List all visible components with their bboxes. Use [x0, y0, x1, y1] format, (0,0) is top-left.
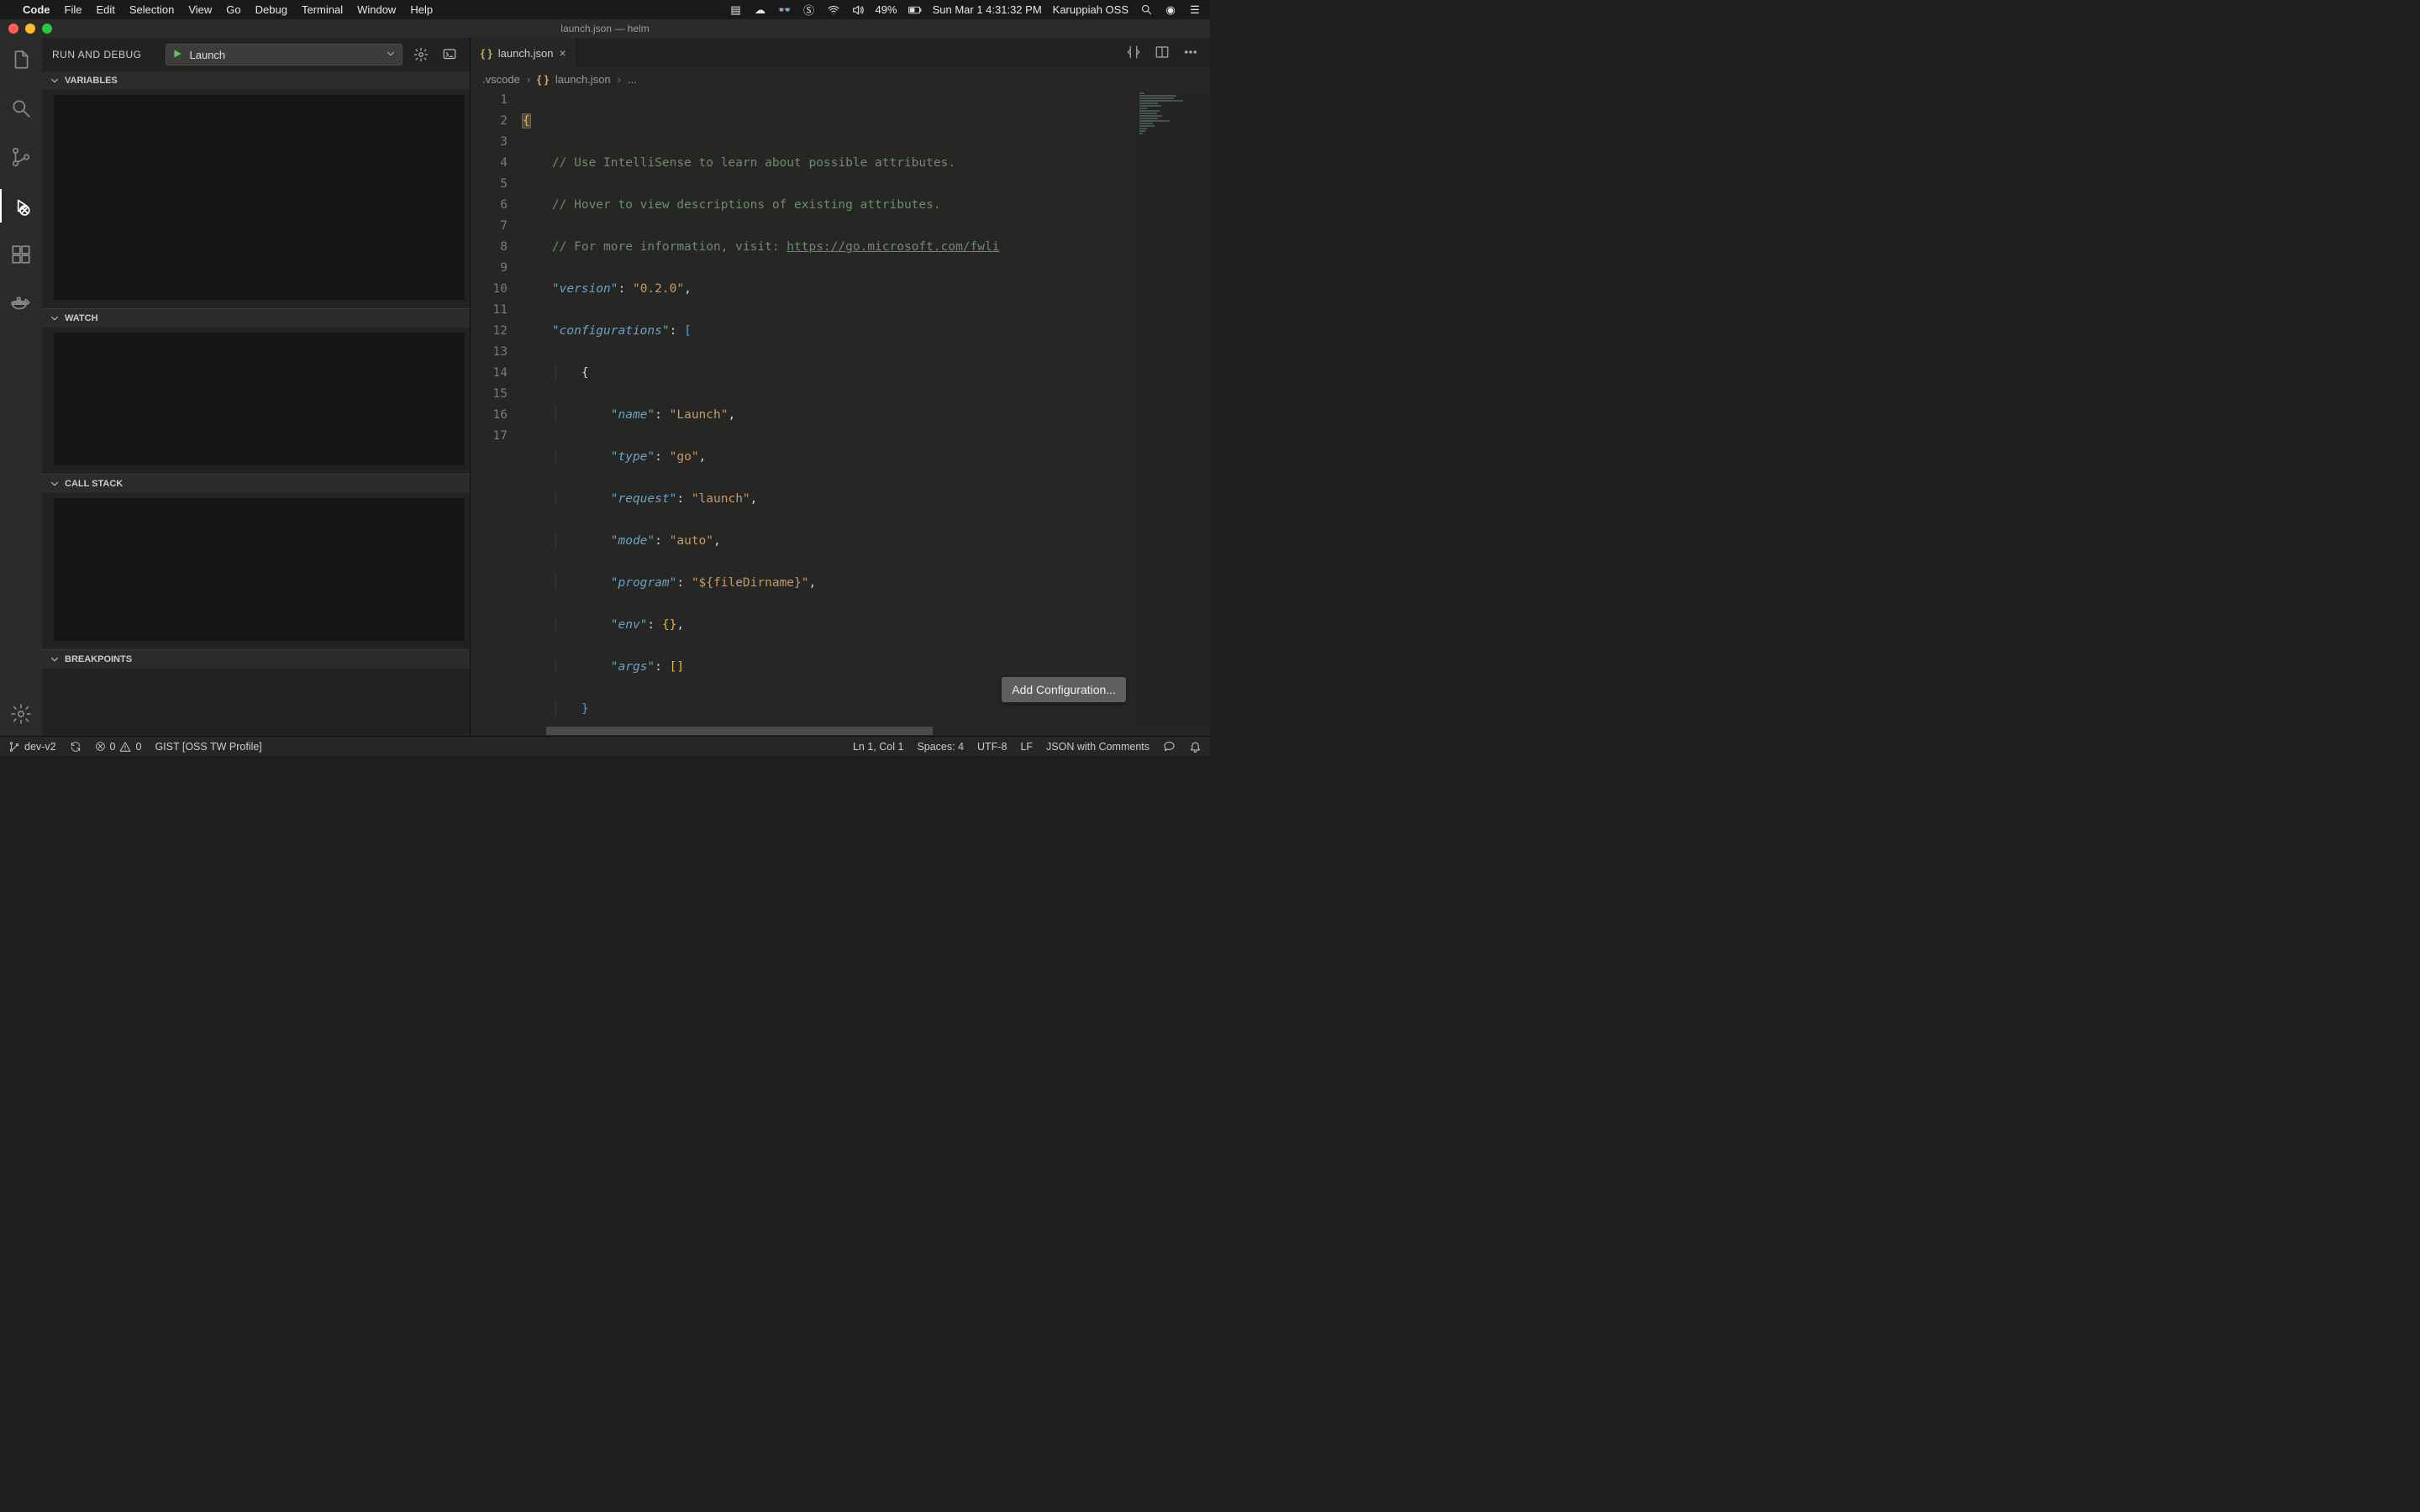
menu-file[interactable]: File: [65, 3, 82, 16]
chevron-down-icon: [49, 312, 60, 324]
window-title: launch.json — helm: [0, 23, 1210, 34]
activity-source-control[interactable]: [0, 140, 42, 174]
horizontal-scrollbar[interactable]: [471, 726, 1210, 736]
callstack-label: CALL STACK: [65, 479, 123, 489]
debug-console-icon[interactable]: [439, 47, 460, 62]
start-debug-icon[interactable]: [171, 48, 183, 62]
menu-go[interactable]: Go: [226, 3, 240, 16]
volume-icon[interactable]: [851, 3, 865, 17]
chevron-down-icon: [49, 478, 60, 490]
tab-launch-json[interactable]: { } launch.json ×: [471, 38, 577, 68]
breadcrumb[interactable]: .vscode › { } launch.json › ...: [471, 68, 1210, 90]
close-tab-icon[interactable]: ×: [560, 46, 566, 60]
status-indent[interactable]: Spaces: 4: [917, 741, 964, 753]
status-encoding[interactable]: UTF-8: [977, 741, 1007, 753]
status-branch[interactable]: dev-v2: [8, 741, 56, 753]
activity-extensions[interactable]: [0, 238, 42, 271]
menubar-app-name[interactable]: Code: [23, 3, 50, 16]
minimap[interactable]: [1136, 90, 1210, 726]
watch-label: WATCH: [65, 313, 98, 323]
open-launch-json-icon[interactable]: [411, 47, 431, 62]
status-bar: dev-v2 0 0 GIST [OSS TW Profile] Ln 1, C…: [0, 736, 1210, 756]
split-diff-icon[interactable]: [1126, 45, 1141, 62]
debug-config-name: Launch: [190, 49, 378, 61]
split-editor-icon[interactable]: [1155, 45, 1170, 62]
add-configuration-button[interactable]: Add Configuration...: [1002, 677, 1126, 702]
breakpoints-label: BREAKPOINTS: [65, 654, 132, 664]
siri-icon[interactable]: ◉: [1164, 3, 1177, 17]
wifi-icon[interactable]: [827, 3, 840, 17]
debug-config-select[interactable]: Launch: [166, 44, 402, 66]
status-bell-icon[interactable]: [1189, 740, 1202, 753]
battery-percent: 49%: [876, 3, 897, 16]
debug-sidebar: RUN AND DEBUG Launch VARIABLES: [42, 38, 471, 736]
chevron-down-icon: [49, 75, 60, 87]
callstack-section: CALL STACK: [42, 474, 470, 649]
activity-run-debug[interactable]: [0, 189, 42, 223]
variables-section: VARIABLES: [42, 71, 470, 308]
breadcrumb-file[interactable]: launch.json: [555, 73, 611, 86]
chevron-down-icon[interactable]: [385, 48, 397, 62]
watch-header[interactable]: WATCH: [42, 309, 470, 328]
tab-filename: launch.json: [498, 47, 554, 60]
menu-help[interactable]: Help: [410, 3, 433, 16]
status-language[interactable]: JSON with Comments: [1046, 741, 1150, 753]
breakpoints-header[interactable]: BREAKPOINTS: [42, 650, 470, 669]
window-titlebar: launch.json — helm: [0, 19, 1210, 38]
scrollbar-thumb[interactable]: [546, 727, 933, 735]
activity-explorer[interactable]: [0, 43, 42, 76]
breadcrumb-folder[interactable]: .vscode: [482, 73, 520, 86]
menu-selection[interactable]: Selection: [129, 3, 174, 16]
activity-bar: [0, 38, 42, 736]
spotlight-icon[interactable]: [1139, 3, 1153, 16]
menu-edit[interactable]: Edit: [96, 3, 114, 16]
code-editor[interactable]: 1234567891011121314151617 { // Use Intel…: [471, 90, 1210, 726]
menubar-tray-glasses-icon[interactable]: 👓: [778, 3, 792, 17]
chevron-right-icon: ›: [618, 73, 621, 86]
breakpoints-section: BREAKPOINTS: [42, 649, 470, 669]
editor-tabs: { } launch.json ×: [471, 38, 1210, 68]
menubar-tray-cloud-icon[interactable]: ☁: [754, 3, 767, 17]
menu-view[interactable]: View: [188, 3, 212, 16]
json-file-icon: { }: [537, 73, 549, 86]
status-feedback-icon[interactable]: [1163, 740, 1176, 753]
editor-area: { } launch.json × .vscode › { } launch.j…: [471, 38, 1210, 736]
menu-debug[interactable]: Debug: [255, 3, 287, 16]
status-eol[interactable]: LF: [1020, 741, 1033, 753]
breadcrumb-more[interactable]: ...: [628, 73, 637, 86]
control-center-icon[interactable]: ☰: [1188, 3, 1202, 17]
activity-docker[interactable]: [0, 286, 42, 320]
chevron-down-icon: [49, 654, 60, 665]
status-cursor[interactable]: Ln 1, Col 1: [853, 741, 903, 753]
variables-label: VARIABLES: [65, 76, 118, 86]
code-content[interactable]: { // Use IntelliSense to learn about pos…: [523, 90, 1136, 726]
menu-terminal[interactable]: Terminal: [302, 3, 343, 16]
activity-settings[interactable]: [0, 697, 42, 731]
macos-menubar: Code File Edit Selection View Go Debug T…: [0, 0, 1210, 19]
status-sync[interactable]: [70, 741, 82, 753]
battery-icon[interactable]: [908, 5, 922, 15]
menubar-tray-icon-1[interactable]: ▤: [729, 3, 743, 17]
menubar-tray-s-icon[interactable]: Ⓢ: [802, 2, 816, 18]
menu-window[interactable]: Window: [357, 3, 396, 16]
json-file-icon: { }: [481, 47, 492, 60]
chevron-right-icon: ›: [527, 73, 530, 86]
status-problems[interactable]: 0 0: [95, 741, 142, 753]
status-gist[interactable]: GIST [OSS TW Profile]: [155, 741, 261, 753]
menubar-user[interactable]: Karuppiah OSS: [1053, 3, 1128, 16]
activity-search[interactable]: [0, 92, 42, 125]
sidebar-title: RUN AND DEBUG: [52, 49, 157, 60]
watch-section: WATCH: [42, 308, 470, 474]
variables-header[interactable]: VARIABLES: [42, 71, 470, 90]
menubar-datetime[interactable]: Sun Mar 1 4:31:32 PM: [933, 3, 1042, 16]
more-actions-icon[interactable]: [1183, 45, 1198, 62]
callstack-header[interactable]: CALL STACK: [42, 475, 470, 493]
line-gutter: 1234567891011121314151617: [471, 90, 523, 726]
